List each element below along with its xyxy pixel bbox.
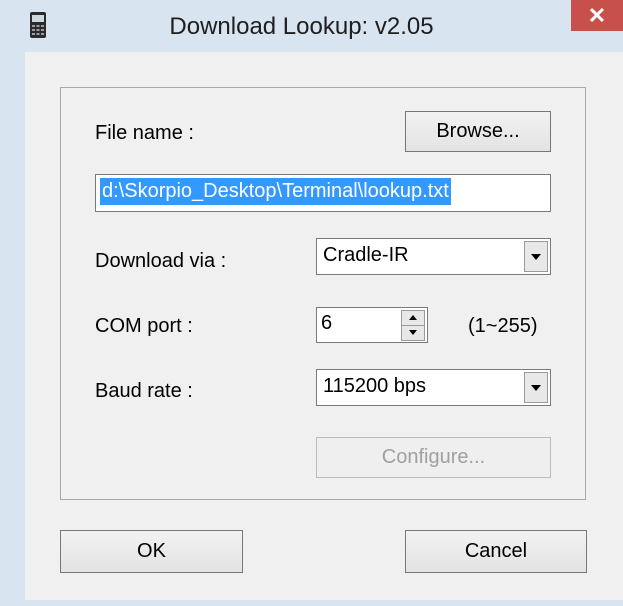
close-icon: ✕: [587, 3, 607, 28]
baud-rate-value: 115200 bps: [323, 375, 427, 397]
download-lookup-dialog: Download Lookup: v2.05 ✕ File name : Bro…: [0, 0, 623, 606]
download-via-value: Cradle-IR: [323, 244, 409, 266]
close-button[interactable]: ✕: [571, 0, 623, 31]
download-via-label: Download via :: [95, 250, 227, 272]
browse-button[interactable]: Browse...: [405, 111, 551, 152]
ok-button[interactable]: OK: [60, 530, 243, 573]
chevron-down-icon[interactable]: [524, 372, 548, 403]
spin-up-icon[interactable]: [401, 310, 425, 326]
com-port-value: 6: [321, 312, 333, 334]
configure-button[interactable]: Configure...: [316, 437, 551, 478]
spin-down-icon[interactable]: [401, 325, 425, 341]
com-port-range: (1~255): [468, 315, 538, 337]
window-title: Download Lookup: v2.05: [169, 13, 434, 40]
baud-rate-select[interactable]: 115200 bps: [316, 369, 551, 406]
file-name-label: File name :: [95, 122, 194, 144]
dialog-client-area: File name : Browse... d:\Skorpio_Desktop…: [25, 52, 623, 600]
file-path-value: d:\Skorpio_Desktop\Terminal\lookup.txt: [100, 178, 451, 205]
cancel-button[interactable]: Cancel: [405, 530, 587, 573]
com-port-label: COM port :: [95, 315, 193, 337]
baud-rate-label: Baud rate :: [95, 380, 193, 402]
download-via-select[interactable]: Cradle-IR: [316, 238, 551, 275]
file-path-input[interactable]: d:\Skorpio_Desktop\Terminal\lookup.txt: [95, 174, 551, 212]
settings-group: File name : Browse... d:\Skorpio_Desktop…: [60, 87, 586, 500]
chevron-down-icon[interactable]: [524, 241, 548, 272]
title-bar[interactable]: Download Lookup: v2.05 ✕: [0, 0, 623, 52]
com-port-stepper[interactable]: 6: [316, 307, 428, 343]
